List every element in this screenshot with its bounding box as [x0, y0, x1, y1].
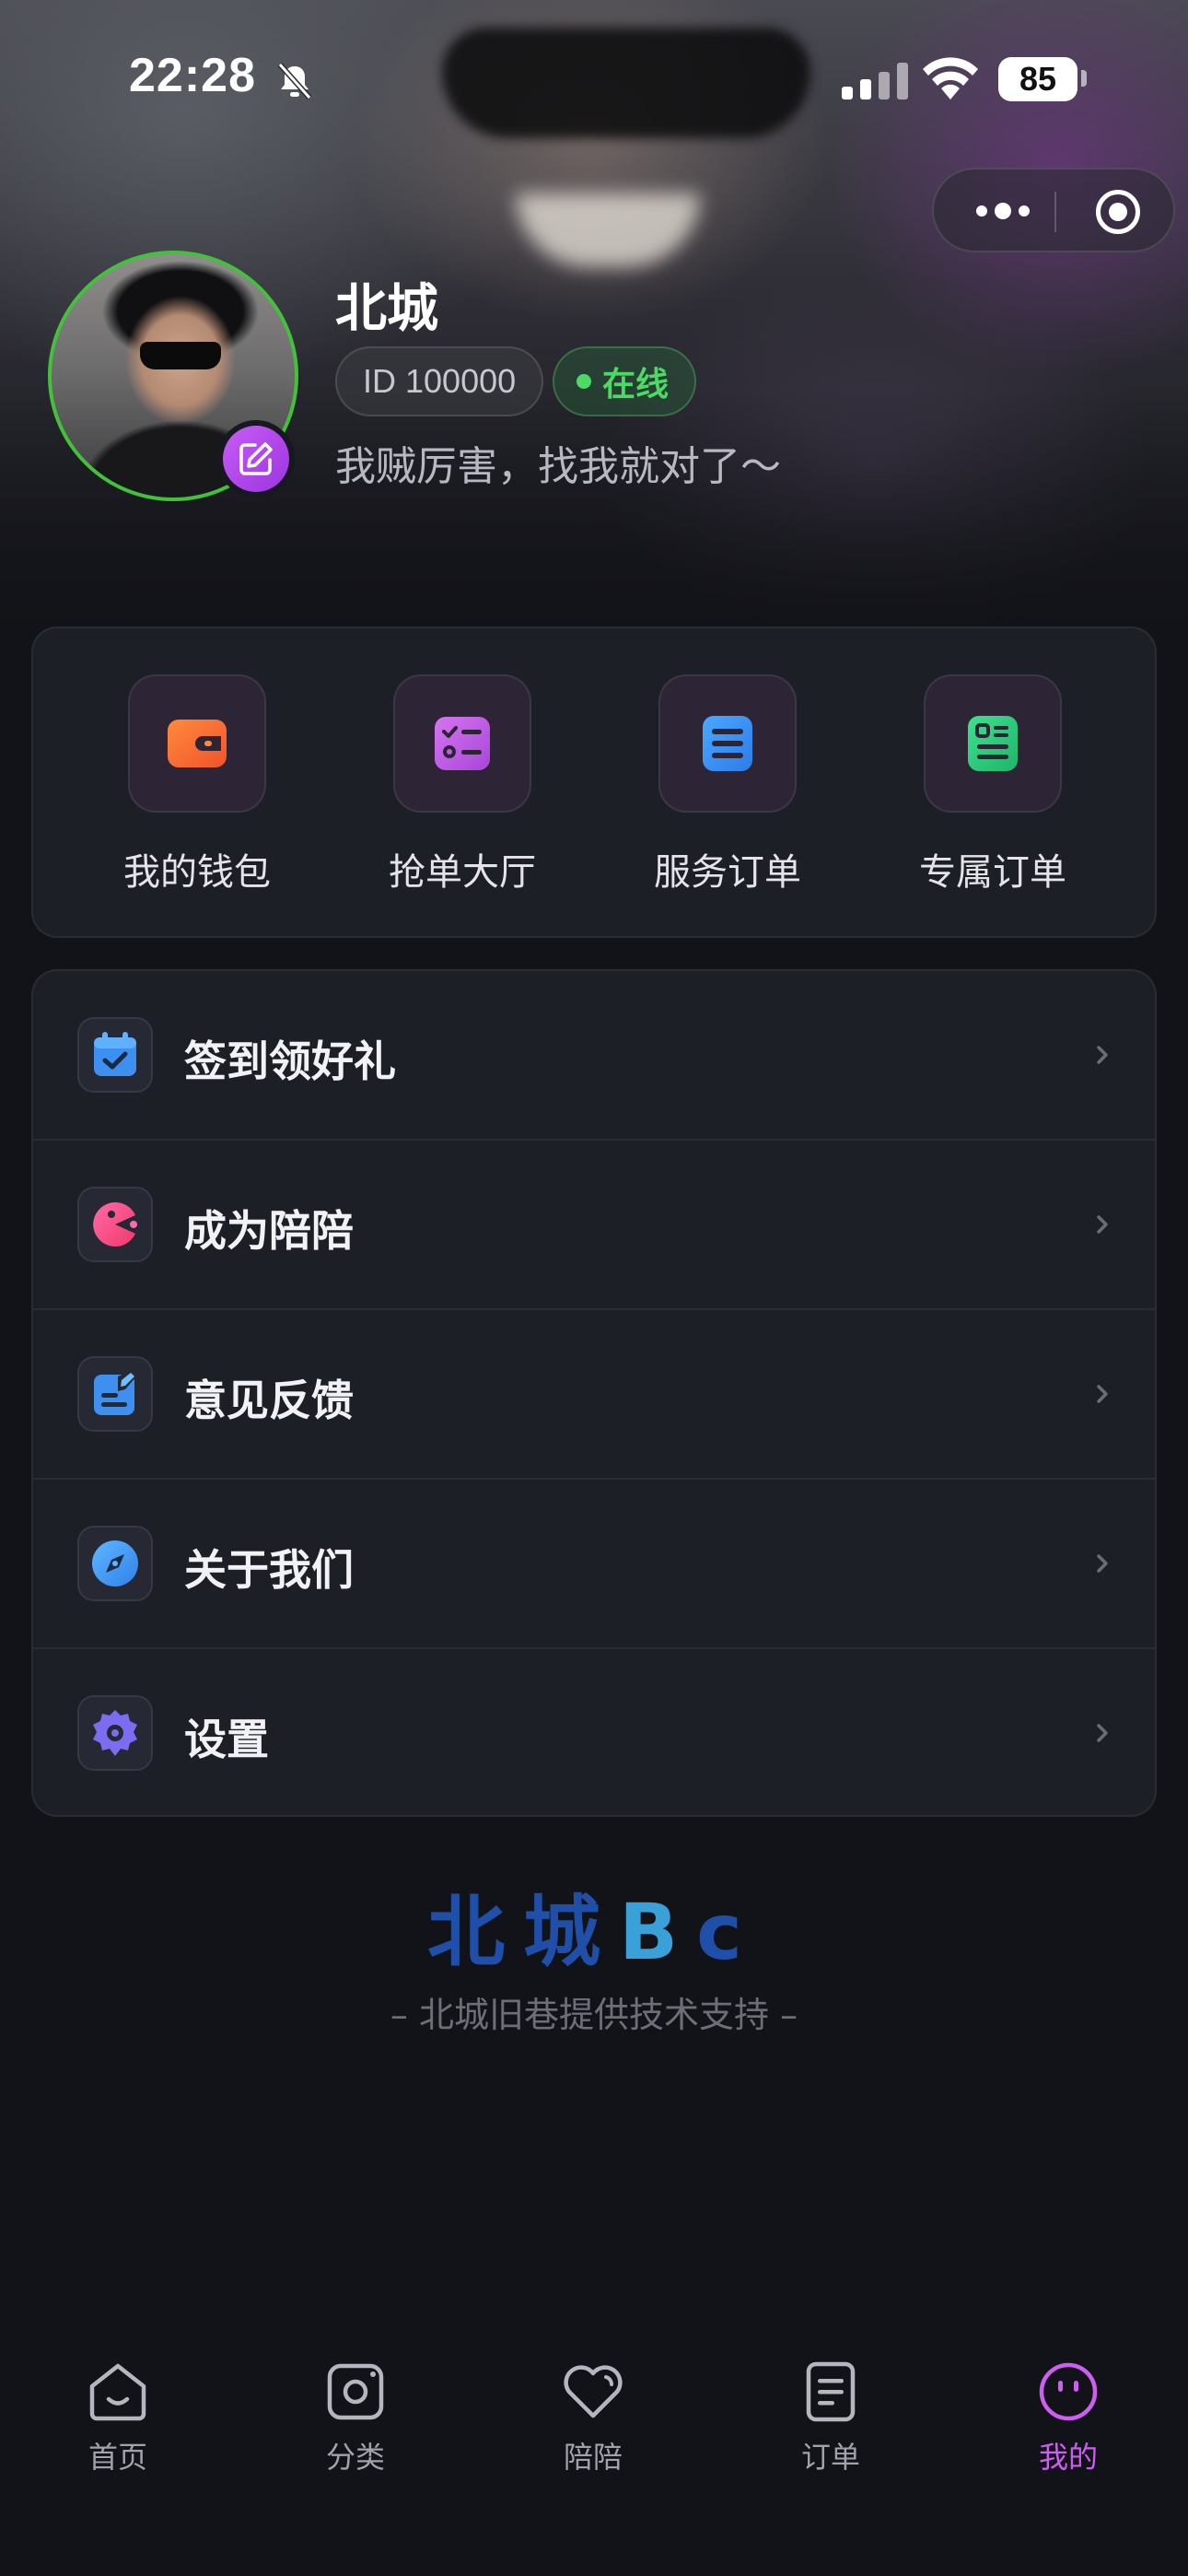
background-smile-shape — [516, 193, 700, 267]
quick-action-label: 服务订单 — [654, 851, 801, 894]
chevron-right-icon — [1097, 1724, 1108, 1742]
edit-avatar-button[interactable] — [217, 420, 295, 498]
calendar-check-icon — [94, 1032, 136, 1076]
tab-companion[interactable]: 陪陪 — [510, 2359, 676, 2506]
tab-label: 订单 — [800, 2440, 860, 2475]
tab-label: 分类 — [325, 2440, 385, 2475]
quick-action-service-orders[interactable]: 服务订单 — [626, 674, 829, 914]
user-bio: 我贼厉害，找我就对了～ — [335, 443, 781, 490]
more-options-icon[interactable] — [961, 188, 1044, 234]
menu-item-settings[interactable]: 设置 — [33, 1649, 1155, 1819]
brand-logo-part3: c — [696, 1887, 761, 1977]
menu-item-about-us[interactable]: 关于我们 — [33, 1480, 1155, 1649]
tab-home[interactable]: 首页 — [35, 2359, 201, 2506]
quick-action-label: 专属订单 — [919, 851, 1066, 894]
chevron-right-icon — [1097, 1385, 1108, 1403]
quick-action-order-hall[interactable]: 抢单大厅 — [361, 674, 564, 914]
menu-item-checkin[interactable]: 签到领好礼 — [33, 971, 1155, 1141]
bottom-tab-bar: 首页 分类 陪陪 订单 我的 — [0, 2322, 1188, 2576]
profile-face-icon — [1039, 2362, 1098, 2421]
tab-orders[interactable]: 订单 — [748, 2359, 914, 2506]
miniprogram-capsule — [932, 168, 1175, 252]
quick-action-label: 我的钱包 — [123, 851, 271, 894]
tab-label: 首页 — [87, 2440, 147, 2475]
menu-item-label: 成为陪陪 — [184, 1206, 354, 1256]
quick-action-label: 抢单大厅 — [389, 851, 536, 894]
menu-item-feedback[interactable]: 意见反馈 — [33, 1310, 1155, 1480]
brand-logo: 北城Bc — [0, 1870, 1188, 1982]
status-bar: 22:28 85 — [0, 0, 1188, 157]
brand-tagline: – 北城旧巷提供技术支持 – — [390, 1995, 798, 2035]
chevron-right-icon — [1097, 1046, 1108, 1064]
order-icon — [806, 2361, 856, 2422]
menu-item-label: 签到领好礼 — [184, 1036, 396, 1086]
edit-pencil-icon — [239, 442, 273, 475]
menu-item-label: 设置 — [184, 1715, 269, 1764]
compass-icon — [92, 1540, 138, 1587]
category-icon — [327, 2363, 384, 2420]
menu-item-label: 关于我们 — [184, 1545, 354, 1595]
quick-action-wallet[interactable]: 我的钱包 — [96, 674, 298, 914]
close-miniprogram-icon[interactable] — [1096, 190, 1140, 234]
status-time: 22:28 — [129, 49, 256, 102]
avatar-sunglasses — [140, 342, 221, 369]
user-id-badge: ID 100000 — [335, 346, 544, 416]
brand-logo-part1: 北城 — [427, 1887, 620, 1977]
stack-icon — [703, 716, 752, 771]
wifi-icon — [923, 57, 978, 100]
wallet-icon — [168, 720, 227, 767]
menu-list-card: 签到领好礼 成为陪陪 意见反馈 关于我们 设置 — [31, 969, 1157, 1817]
chevron-right-icon — [1097, 1215, 1108, 1234]
menu-item-become-companion[interactable]: 成为陪陪 — [33, 1141, 1155, 1310]
feedback-edit-icon — [94, 1371, 136, 1415]
brand-logo-part2: B — [619, 1887, 697, 1977]
receipt-icon — [968, 716, 1018, 771]
user-name: 北城 — [335, 279, 438, 339]
gear-icon — [93, 1710, 137, 1756]
bell-off-icon — [277, 63, 312, 100]
online-status-label: 在线 — [602, 366, 670, 404]
online-dot-icon — [577, 374, 591, 389]
quick-action-exclusive-orders[interactable]: 专属订单 — [891, 674, 1094, 914]
heart-icon — [564, 2365, 623, 2418]
home-icon — [89, 2363, 146, 2421]
pacman-icon — [93, 1201, 137, 1247]
cellular-signal-icon — [842, 63, 908, 100]
chevron-right-icon — [1097, 1554, 1108, 1573]
tab-category[interactable]: 分类 — [273, 2359, 438, 2506]
menu-item-label: 意见反馈 — [184, 1376, 354, 1425]
quick-actions-card: 我的钱包 抢单大厅 服务订单 专属订单 — [31, 626, 1157, 938]
battery-nub — [1081, 70, 1087, 87]
tab-mine[interactable]: 我的 — [985, 2359, 1151, 2506]
capsule-divider — [1054, 192, 1056, 232]
tab-label: 我的 — [1038, 2440, 1098, 2475]
battery-level: 85 — [998, 57, 1077, 101]
online-status-badge: 在线 — [553, 346, 697, 416]
task-list-icon — [435, 717, 490, 770]
tab-label: 陪陪 — [563, 2440, 623, 2475]
